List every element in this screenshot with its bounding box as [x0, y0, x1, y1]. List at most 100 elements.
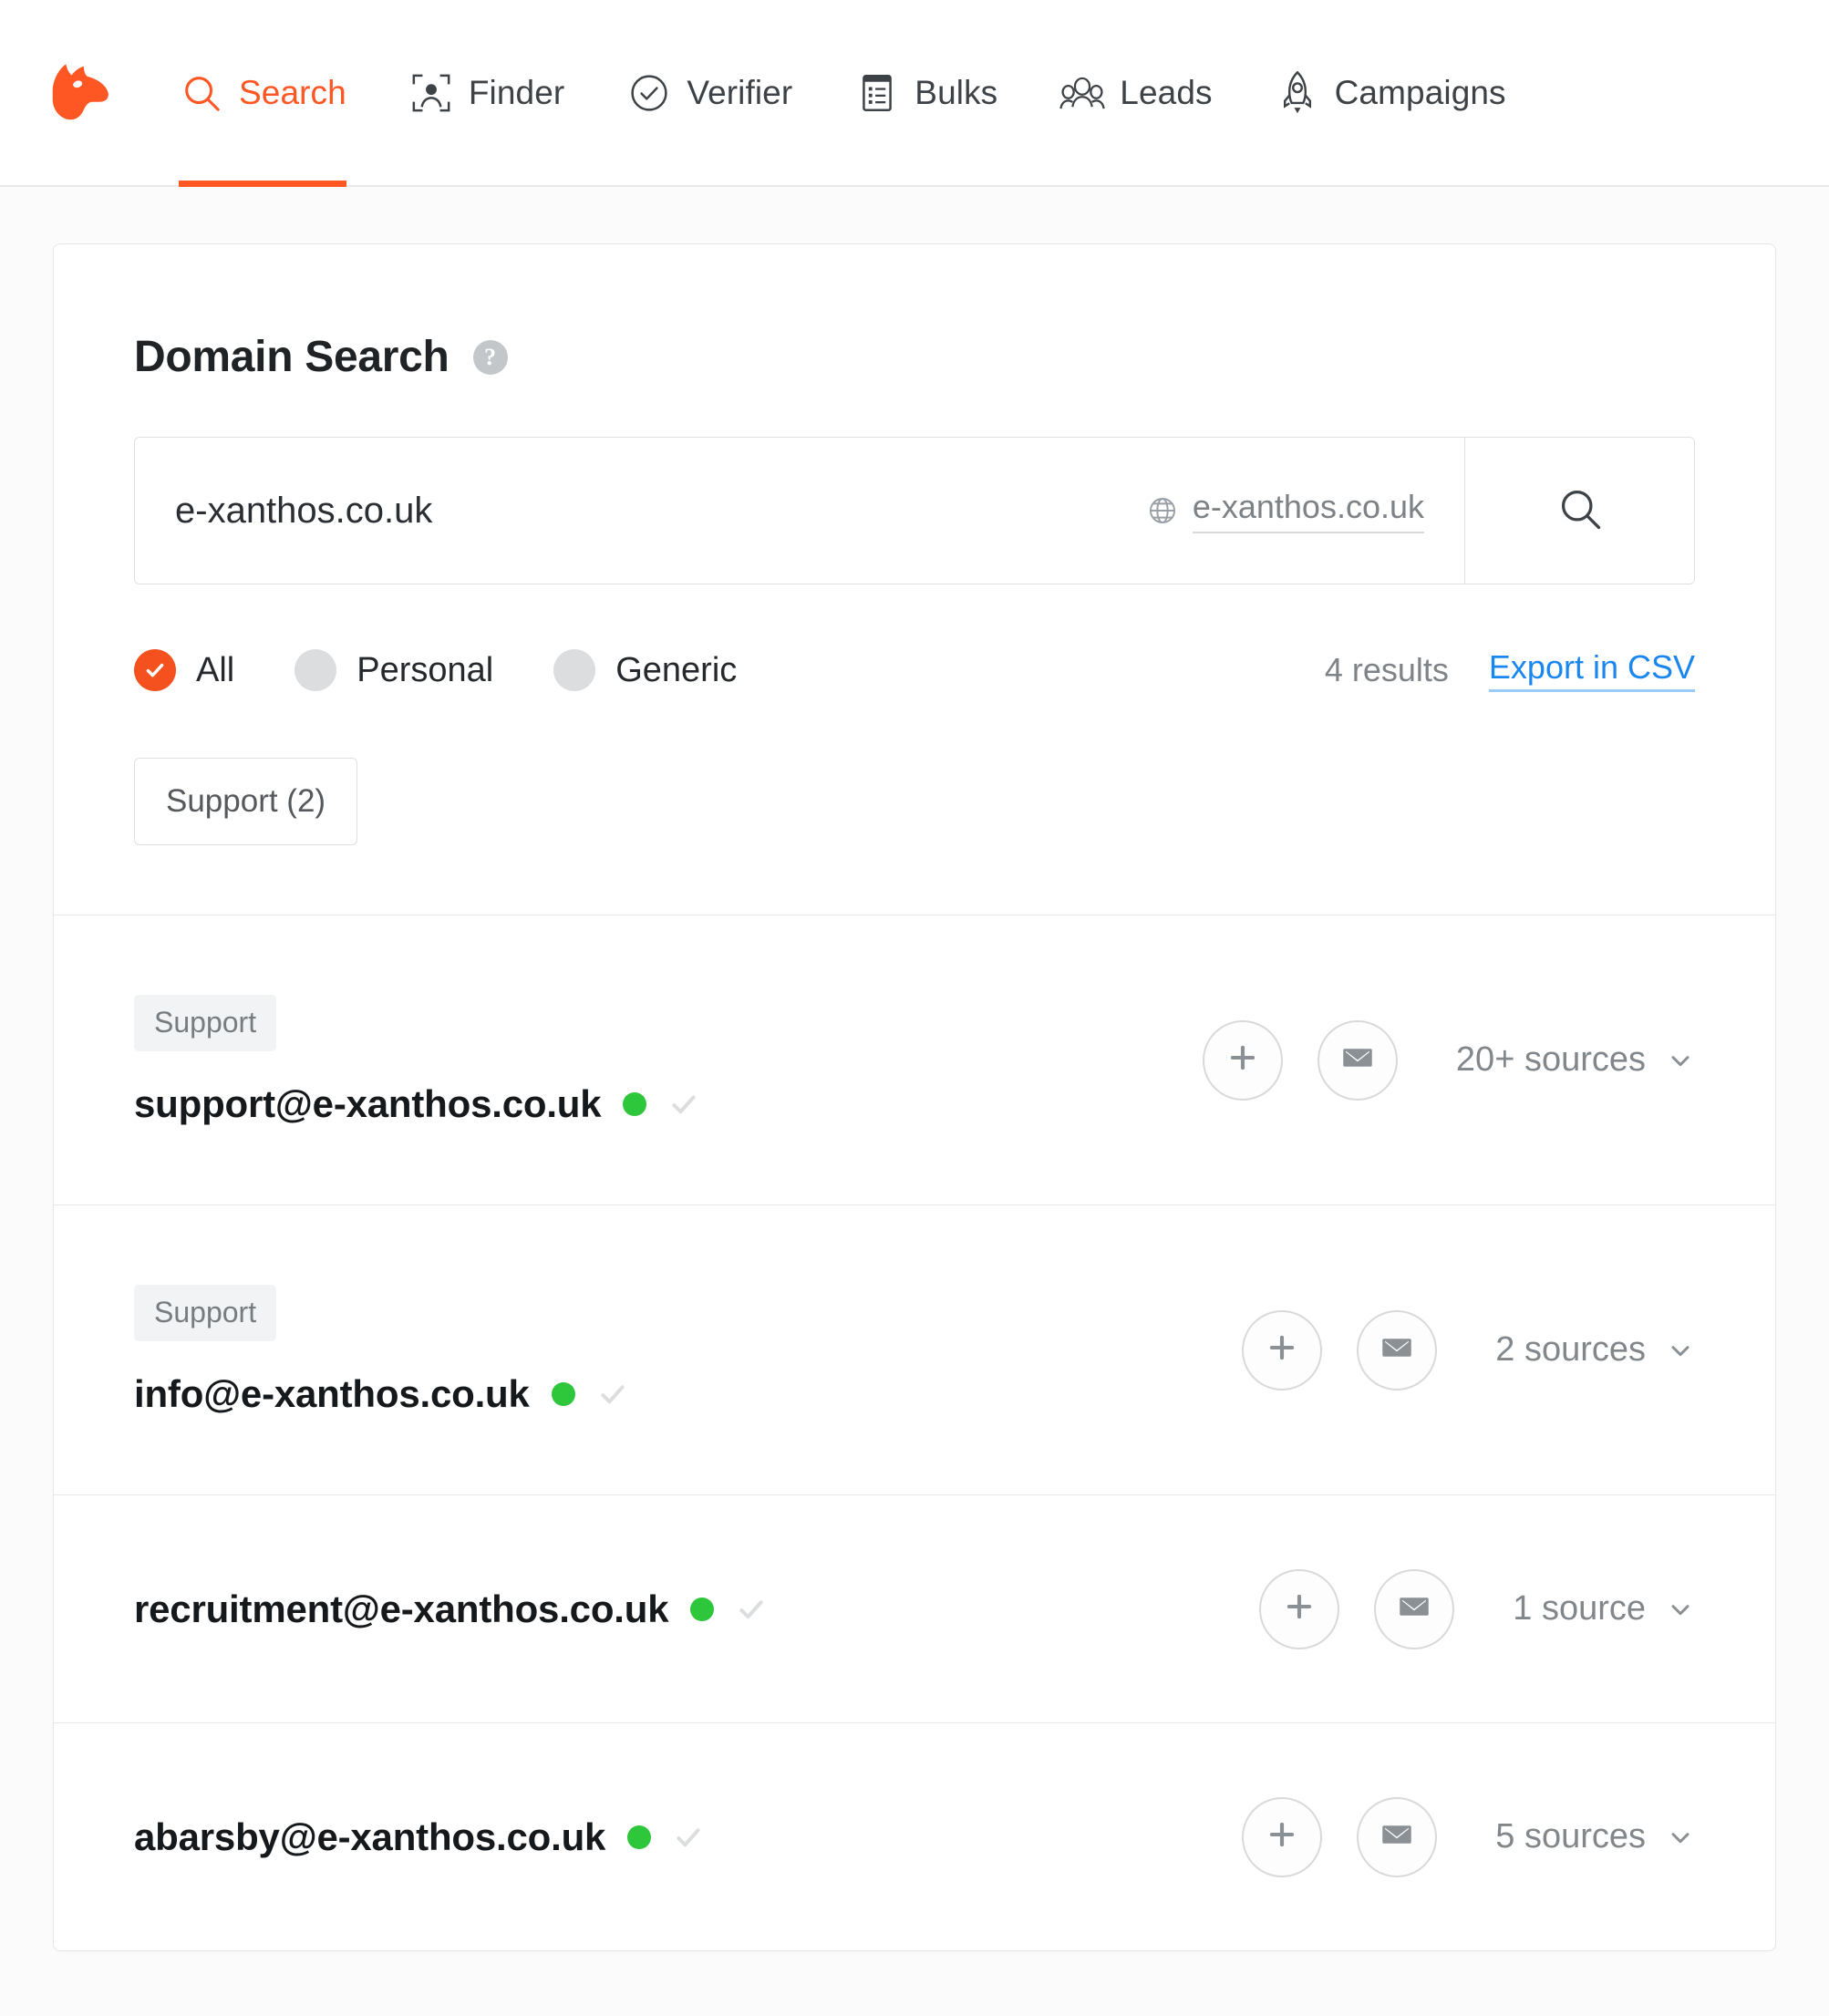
add-to-leads-button[interactable] — [1202, 1019, 1283, 1101]
department-badge: Support — [134, 994, 277, 1051]
status-dot-icon — [627, 1825, 652, 1849]
row-content: recruitment@e-xanthos.co.uk — [134, 1587, 767, 1631]
email-line: info@e-xanthos.co.uk — [134, 1372, 628, 1416]
row-actions: 1 source — [1259, 1568, 1695, 1649]
nav-item-finder[interactable]: Finder — [377, 0, 595, 185]
add-to-leads-button[interactable] — [1242, 1309, 1323, 1391]
radio-unselected-icon — [553, 649, 596, 691]
check-icon — [736, 1594, 767, 1625]
row-actions: 2 sources — [1242, 1309, 1695, 1391]
search-submit-button[interactable] — [1464, 438, 1694, 584]
filter-all[interactable]: All — [134, 649, 234, 691]
sources-toggle[interactable]: 5 sources — [1495, 1817, 1695, 1856]
plus-icon — [1265, 1330, 1299, 1370]
table-row[interactable]: abarsby@e-xanthos.co.uk 5 sources — [54, 1722, 1775, 1950]
status-dot-icon — [690, 1597, 715, 1621]
search-field-wrapper: e-xanthos.co.uk — [135, 438, 1464, 584]
type-filters: All Personal Generic — [134, 649, 737, 691]
people-group-icon — [1059, 70, 1105, 116]
card-header-section: Domain Search ? e-xanthos.co.uk e-xantho… — [54, 244, 1775, 915]
export-csv-link[interactable]: Export in CSV — [1488, 648, 1695, 692]
globe-icon — [1147, 495, 1178, 526]
envelope-icon — [1380, 1818, 1413, 1856]
filter-and-results-row: All Personal Generic 4 results Export in… — [134, 648, 1695, 692]
check-icon — [668, 1089, 699, 1120]
nav-label-finder: Finder — [468, 73, 565, 111]
check-icon — [597, 1379, 628, 1410]
nav-item-verifier[interactable]: Verifier — [595, 0, 823, 185]
sources-count: 5 sources — [1495, 1817, 1646, 1856]
nav-item-leads[interactable]: Leads — [1028, 0, 1243, 185]
add-to-leads-button[interactable] — [1242, 1796, 1323, 1877]
status-dot-icon — [551, 1381, 575, 1406]
email-address[interactable]: info@e-xanthos.co.uk — [134, 1372, 530, 1416]
domain-search-card: Domain Search ? e-xanthos.co.uk e-xantho… — [53, 243, 1776, 1951]
panel-title-row: Domain Search ? — [134, 244, 1695, 382]
email-address[interactable]: recruitment@e-xanthos.co.uk — [134, 1587, 669, 1631]
results-count: 4 results — [1324, 651, 1449, 688]
sources-toggle[interactable]: 2 sources — [1495, 1330, 1695, 1370]
nav-label-campaigns: Campaigns — [1334, 73, 1506, 111]
sources-count: 20+ sources — [1455, 1040, 1646, 1079]
radio-selected-icon — [134, 649, 176, 691]
nav-label-verifier: Verifier — [687, 73, 793, 111]
person-frame-icon — [408, 70, 454, 116]
chevron-down-icon — [1666, 1046, 1695, 1075]
filter-generic[interactable]: Generic — [553, 649, 737, 691]
page-body: Domain Search ? e-xanthos.co.uk e-xantho… — [0, 187, 1829, 1951]
add-to-leads-button[interactable] — [1259, 1568, 1340, 1649]
row-actions: 5 sources — [1242, 1796, 1695, 1877]
email-address[interactable]: abarsby@e-xanthos.co.uk — [134, 1815, 605, 1859]
email-line: support@e-xanthos.co.uk — [134, 1082, 699, 1126]
chevron-down-icon — [1666, 1823, 1695, 1852]
search-icon — [179, 70, 224, 116]
plus-icon — [1265, 1817, 1299, 1856]
envelope-icon — [1380, 1331, 1413, 1369]
nav-item-campaigns[interactable]: Campaigns — [1244, 0, 1537, 185]
nav-item-search[interactable]: Search — [155, 0, 377, 187]
email-address[interactable]: support@e-xanthos.co.uk — [134, 1082, 602, 1126]
envelope-icon — [1398, 1590, 1431, 1628]
nav-active-indicator — [179, 181, 346, 187]
list-document-icon — [854, 70, 900, 116]
send-email-button[interactable] — [1317, 1019, 1398, 1101]
nav-label-search: Search — [239, 73, 346, 111]
row-content: Support support@e-xanthos.co.uk — [134, 994, 699, 1126]
sources-toggle[interactable]: 1 source — [1513, 1589, 1695, 1628]
sources-toggle[interactable]: 20+ sources — [1456, 1040, 1695, 1080]
nav-label-leads: Leads — [1120, 73, 1213, 111]
chevron-down-icon — [1666, 1595, 1695, 1624]
row-content: abarsby@e-xanthos.co.uk — [134, 1815, 704, 1859]
send-email-button[interactable] — [1374, 1568, 1455, 1649]
question-mark-icon[interactable]: ? — [472, 339, 508, 375]
filter-label-generic: Generic — [615, 650, 738, 689]
department-tab-support[interactable]: Support (2) — [134, 758, 358, 845]
search-input[interactable] — [175, 490, 1120, 532]
domain-chip-label: e-xanthos.co.uk — [1192, 488, 1424, 533]
status-dot-icon — [623, 1091, 647, 1116]
department-filter-row: Support (2) — [134, 758, 1695, 915]
table-row[interactable]: Support info@e-xanthos.co.uk 2 sources — [54, 1204, 1775, 1494]
radio-unselected-icon — [294, 649, 337, 691]
send-email-button[interactable] — [1357, 1309, 1438, 1391]
filter-label-all: All — [196, 650, 235, 689]
check-circle-icon — [626, 70, 672, 116]
email-line: recruitment@e-xanthos.co.uk — [134, 1587, 767, 1631]
send-email-button[interactable] — [1357, 1796, 1438, 1877]
row-content: Support info@e-xanthos.co.uk — [134, 1284, 628, 1416]
department-badge: Support — [134, 1284, 277, 1341]
domain-chip[interactable]: e-xanthos.co.uk — [1147, 488, 1424, 533]
search-icon — [1556, 485, 1604, 537]
hunter-fox-logo[interactable] — [44, 57, 115, 129]
table-row[interactable]: Support support@e-xanthos.co.uk 20+ sour… — [54, 915, 1775, 1204]
filter-label-personal: Personal — [356, 650, 494, 689]
plus-icon — [1282, 1589, 1317, 1628]
filter-personal[interactable]: Personal — [294, 649, 493, 691]
check-icon — [673, 1822, 704, 1853]
sources-count: 1 source — [1513, 1589, 1646, 1628]
nav-item-bulks[interactable]: Bulks — [823, 0, 1028, 185]
rocket-icon — [1275, 70, 1320, 116]
table-row[interactable]: recruitment@e-xanthos.co.uk 1 source — [54, 1494, 1775, 1722]
top-navigation-bar: Search Finder Verifier Bulks Leads Campa… — [0, 0, 1829, 187]
domain-search-form: e-xanthos.co.uk — [134, 437, 1695, 584]
